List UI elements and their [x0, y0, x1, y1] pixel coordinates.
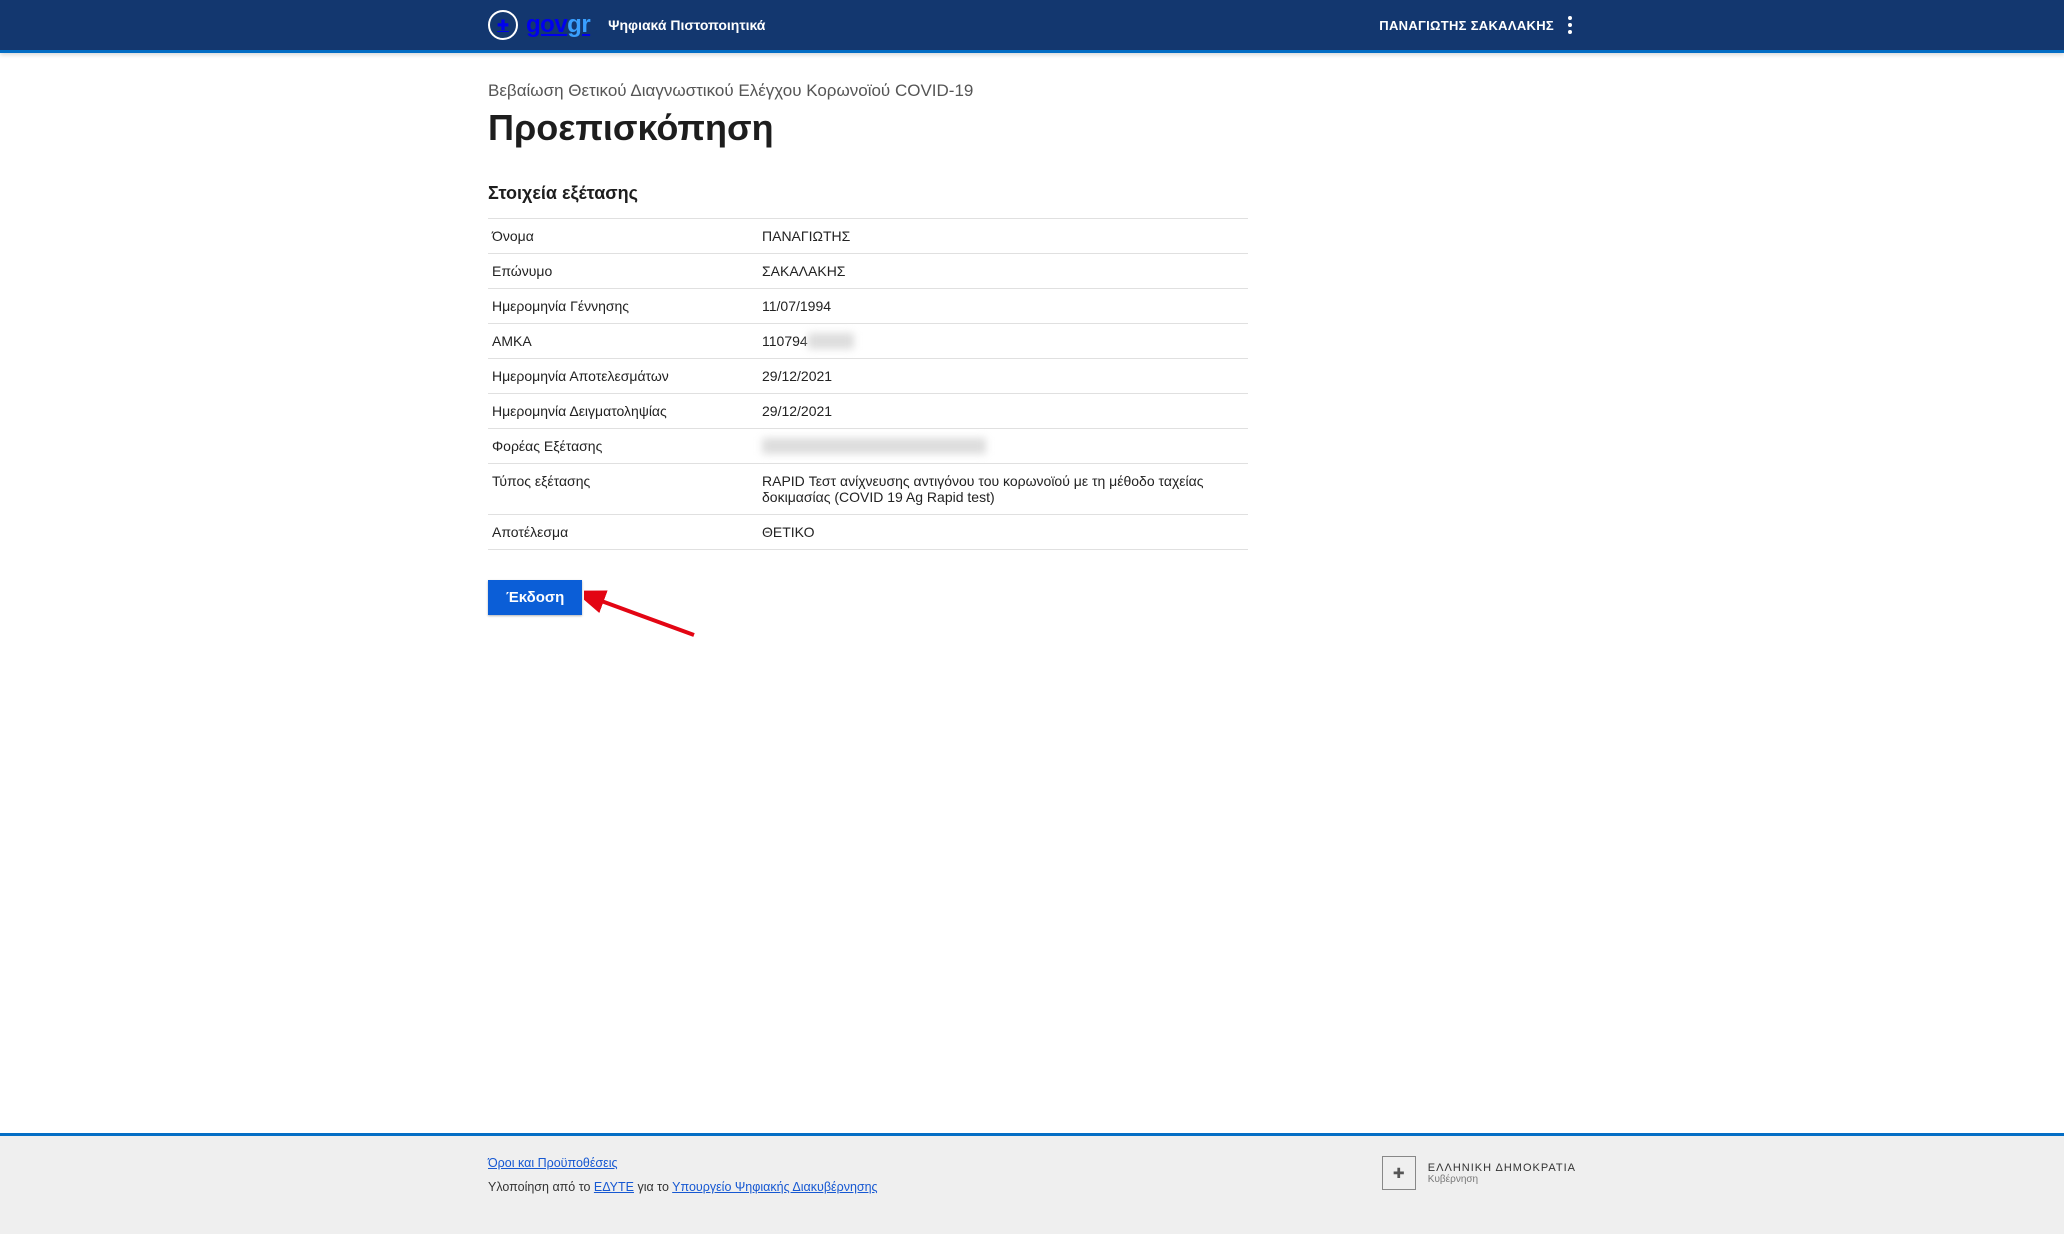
main-content: Βεβαίωση Θετικού Διαγνωστικού Ελέγχου Κο…: [472, 53, 1592, 1133]
table-row: ΑποτέλεσμαΘΕΤΙΚΟ: [488, 515, 1248, 550]
field-value: 110794XXXXX: [758, 324, 1248, 359]
table-row: Ημερομηνία Αποτελεσμάτων29/12/2021: [488, 359, 1248, 394]
field-value: ΘΕΤΙΚΟ: [758, 515, 1248, 550]
field-label: Επώνυμο: [488, 254, 758, 289]
site-header: ✚ govgr Ψηφιακά Πιστοποιητικά ΠΑΝΑΓΙΩΤΗΣ…: [0, 0, 2064, 53]
user-menu[interactable]: ΠΑΝΑΓΙΩΤΗΣ ΣΑΚΑΛΑΚΗΣ: [1379, 12, 1576, 38]
brand-area: ✚ govgr Ψηφιακά Πιστοποιητικά: [488, 10, 765, 40]
field-label: Όνομα: [488, 219, 758, 254]
field-value: 29/12/2021: [758, 394, 1248, 429]
page-title: Προεπισκόπηση: [488, 107, 1576, 149]
table-row: Φορέας ΕξέτασηςXXXXXXXXXXXXXXXXXXXXXXXX: [488, 429, 1248, 464]
logo-text: govgr: [526, 11, 590, 39]
field-value: 29/12/2021: [758, 359, 1248, 394]
republic-emblem-icon: ✚: [1382, 1156, 1416, 1190]
table-row: Ημερομηνία Γέννησης11/07/1994: [488, 289, 1248, 324]
field-label: Ημερομηνία Αποτελεσμάτων: [488, 359, 758, 394]
implementation-credit: Υλοποίηση από το ΕΔΥΤΕ για το Υπουργείο …: [488, 1180, 878, 1194]
site-subtitle: Ψηφιακά Πιστοποιητικά: [608, 17, 765, 33]
service-name: Βεβαίωση Θετικού Διαγνωστικού Ελέγχου Κο…: [488, 81, 1576, 101]
redacted-text: XXXXX: [808, 333, 855, 349]
site-footer: Όροι και Προϋποθέσεις Υλοποίηση από το Ε…: [0, 1133, 2064, 1234]
kebab-menu-icon[interactable]: [1564, 12, 1576, 38]
field-value: ΠΑΝΑΓΙΩΤΗΣ: [758, 219, 1248, 254]
table-row: Τύπος εξέτασηςRAPID Τεστ ανίχνευσης αντι…: [488, 464, 1248, 515]
user-name: ΠΑΝΑΓΙΩΤΗΣ ΣΑΚΑΛΑΚΗΣ: [1379, 18, 1554, 33]
edyte-link[interactable]: ΕΔΥΤΕ: [594, 1180, 634, 1194]
field-label: Φορέας Εξέτασης: [488, 429, 758, 464]
field-value: 11/07/1994: [758, 289, 1248, 324]
table-row: ΕπώνυμοΣΑΚΑΛΑΚΗΣ: [488, 254, 1248, 289]
terms-link[interactable]: Όροι και Προϋποθέσεις: [488, 1156, 618, 1170]
examination-details-table: ΌνομαΠΑΝΑΓΙΩΤΗΣΕπώνυμοΣΑΚΑΛΑΚΗΣΗμερομηνί…: [488, 218, 1248, 550]
table-row: Ημερομηνία Δειγματοληψίας29/12/2021: [488, 394, 1248, 429]
republic-badge: ✚ ΕΛΛΗΝΙΚΗ ΔΗΜΟΚΡΑΤΙΑ Κυβέρνηση: [1382, 1156, 1576, 1190]
field-label: Αποτέλεσμα: [488, 515, 758, 550]
govgr-logo[interactable]: ✚ govgr: [488, 10, 590, 40]
issue-button[interactable]: Έκδοση: [488, 580, 582, 615]
field-value: RAPID Τεστ ανίχνευσης αντιγόνου του κορω…: [758, 464, 1248, 515]
field-label: Ημερομηνία Γέννησης: [488, 289, 758, 324]
section-title: Στοιχεία εξέτασης: [488, 183, 1576, 204]
field-label: ΑΜΚΑ: [488, 324, 758, 359]
field-label: Ημερομηνία Δειγματοληψίας: [488, 394, 758, 429]
redacted-text: XXXXXXXXXXXXXXXXXXXXXXXX: [762, 438, 986, 454]
table-row: ΌνομαΠΑΝΑΓΙΩΤΗΣ: [488, 219, 1248, 254]
field-label: Τύπος εξέτασης: [488, 464, 758, 515]
national-emblem-icon: ✚: [488, 10, 518, 40]
field-value: ΣΑΚΑΛΑΚΗΣ: [758, 254, 1248, 289]
annotation-arrow-icon: [584, 587, 704, 647]
ministry-link[interactable]: Υπουργείο Ψηφιακής Διακυβέρνησης: [672, 1180, 877, 1194]
table-row: ΑΜΚΑ110794XXXXX: [488, 324, 1248, 359]
field-value: XXXXXXXXXXXXXXXXXXXXXXXX: [758, 429, 1248, 464]
